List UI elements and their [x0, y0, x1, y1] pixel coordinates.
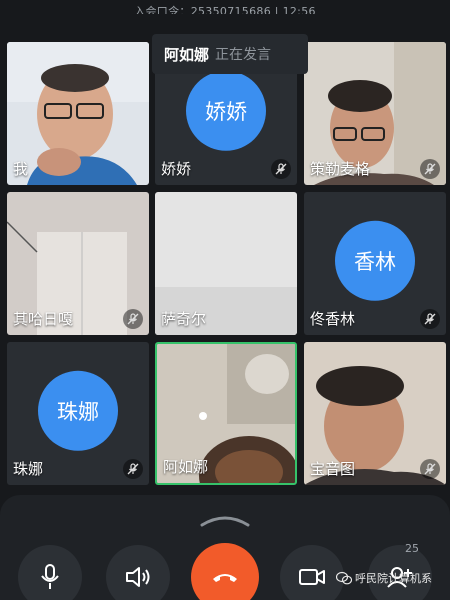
microphone-icon — [41, 564, 59, 589]
video-camera-icon — [299, 569, 325, 585]
mic-muted-icon — [420, 159, 440, 179]
watermark: 呼民院计算机系 — [336, 570, 432, 586]
mic-muted-icon — [420, 459, 440, 479]
camera-button[interactable] — [280, 545, 344, 600]
participant-name: 其哈日嘎 — [13, 310, 74, 328]
mic-muted-icon — [271, 159, 291, 179]
participant-name: 娇娇 — [161, 160, 192, 178]
active-speaker-banner: 阿如娜 正在发言 — [152, 34, 308, 74]
participant-name: 阿如娜 — [163, 458, 209, 476]
participant-name: 宝音图 — [310, 460, 356, 478]
active-speaker-name: 阿如娜 — [164, 45, 210, 64]
participant-tile-tongxianglin[interactable]: 香林 佟香林 — [304, 192, 446, 335]
meeting-info-text: 入会口令：25350715686 | 12:56 — [134, 5, 316, 14]
participant-tile-zhuna[interactable]: 珠娜 珠娜 — [7, 342, 149, 485]
participant-name: 佟香林 — [310, 310, 356, 328]
hang-up-button[interactable] — [191, 543, 259, 600]
speaker-button[interactable] — [106, 545, 170, 600]
participant-tile-baoyintu[interactable]: 宝音图 — [304, 342, 446, 485]
meeting-info-bar: 入会口令：25350715686 | 12:56 — [0, 0, 450, 14]
participant-video — [7, 42, 149, 185]
mic-muted-icon — [123, 459, 143, 479]
participant-avatar: 娇娇 — [186, 70, 266, 151]
participant-tile-me[interactable]: 我 — [7, 42, 149, 185]
mic-muted-icon — [123, 309, 143, 329]
mic-muted-icon — [420, 309, 440, 329]
participant-name: 我 — [13, 160, 29, 178]
participant-name: 珠娜 — [13, 460, 44, 478]
participant-avatar: 香林 — [335, 220, 415, 301]
speaker-volume-icon — [126, 567, 150, 587]
participant-name: 策勒麦格 — [310, 160, 371, 178]
participant-tile-aruna[interactable]: 阿如娜 — [155, 342, 297, 485]
active-speaker-status: 正在发言 — [215, 47, 272, 63]
microphone-button[interactable] — [18, 545, 82, 600]
participant-tile-saqier[interactable]: 萨奇尔 — [155, 192, 297, 335]
participant-tile-qiharige[interactable]: 其哈日嘎 — [7, 192, 149, 335]
participant-avatar: 珠娜 — [38, 370, 118, 451]
wechat-icon — [336, 571, 352, 585]
participant-tile-celemaige[interactable]: 策勒麦格 — [304, 42, 446, 185]
participant-name: 萨奇尔 — [161, 310, 207, 328]
watermark-text: 呼民院计算机系 — [355, 572, 432, 585]
chevron-up-icon[interactable] — [200, 513, 250, 527]
phone-hangup-icon — [213, 574, 237, 582]
participant-count-badge: 25 — [405, 542, 419, 555]
